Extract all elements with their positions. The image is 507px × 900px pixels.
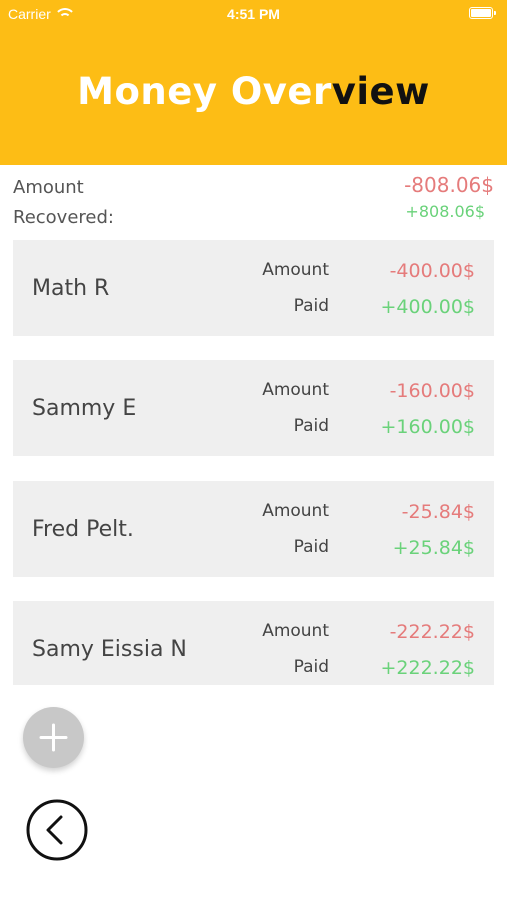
summary-amount: -808.06$ [404,173,494,197]
status-time: 4:51 PM [227,6,280,22]
page-title-part2: view [331,70,430,113]
amount-label: Amount [262,621,329,641]
paid-label: Paid [293,296,329,316]
amount-label: Amount [262,260,329,280]
battery-icon [469,7,496,19]
paid-value: +222.22$ [380,657,476,679]
paid-value: +400.00$ [380,296,476,318]
person-card[interactable]: Samy Eissia N Amount Paid -222.22$ +222.… [13,601,494,685]
paid-label: Paid [293,657,329,677]
person-name: Fred Pelt. [32,517,134,542]
paid-label: Paid [293,416,329,436]
paid-value: +160.00$ [380,416,476,438]
amount-label: Amount [262,501,329,521]
amount-value: -25.84$ [401,501,475,523]
person-name: Sammy E [32,396,137,421]
amount-value: -222.22$ [389,621,475,643]
person-card[interactable]: Math R Amount Paid -400.00$ +400.00$ [13,240,494,336]
amount-label: Amount [262,380,329,400]
paid-value: +25.84$ [392,537,475,559]
status-bar: Carrier 4:51 PM [0,0,507,28]
person-card[interactable]: Fred Pelt. Amount Paid -25.84$ +25.84$ [13,481,494,577]
person-name: Math R [32,276,110,301]
chevron-left-icon [26,799,88,861]
summary-paid: +808.06$ [405,202,485,221]
person-card[interactable]: Sammy E Amount Paid -160.00$ +160.00$ [13,360,494,456]
amount-value: -400.00$ [389,260,475,282]
paid-label: Paid [293,537,329,557]
page-title: Money Overview [0,70,507,113]
page-title-part1: Money Over [77,70,332,113]
summary-label: Amount Recovered: [13,177,114,228]
plus-icon [39,723,68,752]
person-name: Samy Eissia N [32,637,187,662]
add-button[interactable] [23,707,84,768]
back-button[interactable] [26,799,88,861]
header-bar: Carrier 4:51 PM Money Overview [0,0,507,165]
summary-section: Amount Recovered: -808.06$ +808.06$ [0,165,507,237]
amount-value: -160.00$ [389,380,475,402]
